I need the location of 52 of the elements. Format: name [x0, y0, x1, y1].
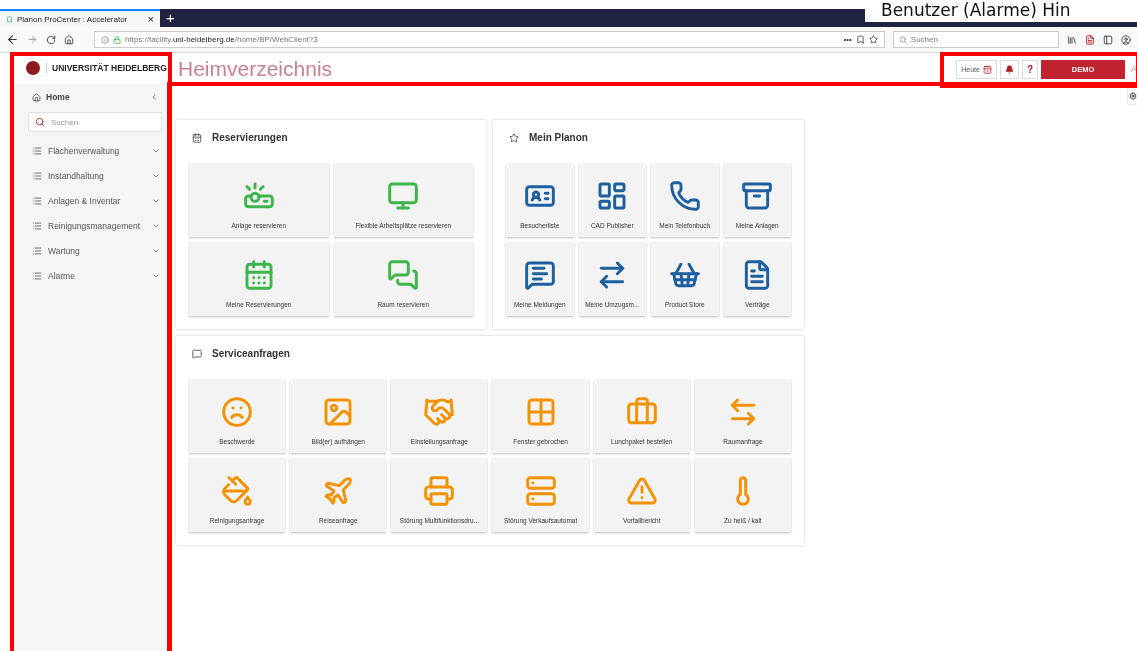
list-icon: [32, 145, 42, 156]
section-title: Reservierungen: [212, 132, 288, 143]
sidebar-item[interactable]: Flächenverwaltung: [10, 138, 170, 163]
sidebar-item[interactable]: Wartung: [10, 238, 170, 263]
section-title: Mein Planon: [529, 132, 588, 143]
section-title: Serviceanfragen: [212, 348, 290, 359]
address-field[interactable]: https://facility.uni-heidelberg.de/home/BP/WebClient?3 •••: [94, 31, 885, 48]
calendar-icon: [982, 64, 992, 74]
list-icon: [32, 195, 42, 206]
forward-icon: [27, 34, 38, 45]
search-icon: [35, 117, 45, 127]
home-button[interactable]: [64, 34, 74, 45]
caption-text: Benutzer (Alarme) Hin: [865, 0, 1137, 22]
info-icon: [101, 35, 109, 44]
home-icon: [32, 92, 41, 102]
close-tab-button[interactable]: ×: [147, 13, 154, 25]
speech-bubble-icon: [192, 348, 202, 359]
sidebar-item[interactable]: Anlagen & Inventar: [10, 188, 170, 213]
star-icon: [509, 132, 519, 143]
page-title: Heimverzeichnis: [178, 57, 333, 81]
list-icon: [32, 270, 42, 281]
reload-icon: [46, 34, 56, 45]
browser-search-field[interactable]: Suchen: [892, 31, 1059, 48]
settings-button[interactable]: [1128, 88, 1137, 104]
tab-icon: [6, 15, 13, 23]
browser-tab[interactable]: Planon ProCenter : Accelerator ×: [0, 9, 160, 27]
library-icon[interactable]: [1067, 34, 1077, 45]
sidebar-item[interactable]: Reinigungsmanagement: [10, 213, 170, 238]
new-tab-button[interactable]: +: [166, 9, 175, 27]
home-nav-item[interactable]: Home: [10, 85, 170, 109]
settings-icon: [1129, 92, 1137, 100]
bell-icon: [1004, 64, 1014, 74]
list-icon: [32, 245, 42, 256]
list-icon: [32, 220, 42, 231]
star-icon[interactable]: [868, 35, 878, 44]
back-icon: [6, 33, 19, 46]
reload-button[interactable]: [46, 34, 56, 45]
sidebar-icon[interactable]: [1103, 34, 1113, 45]
collapse-icon: [150, 93, 158, 101]
account-icon[interactable]: [1121, 34, 1131, 45]
search-icon: [898, 35, 907, 44]
home-icon: [64, 34, 74, 45]
back-button[interactable]: [6, 33, 19, 46]
page-actions-button[interactable]: •••: [843, 35, 852, 44]
lock-icon: [113, 35, 121, 44]
sidebar-item[interactable]: Alarme: [10, 263, 170, 288]
pdf-icon[interactable]: [1085, 34, 1095, 45]
list-icon: [32, 170, 42, 181]
notifications-button[interactable]: [999, 59, 1019, 79]
help-button[interactable]: ?: [1021, 59, 1038, 79]
sidebar-item[interactable]: Instandhaltung: [10, 163, 170, 188]
calendar-icon: [192, 132, 202, 143]
